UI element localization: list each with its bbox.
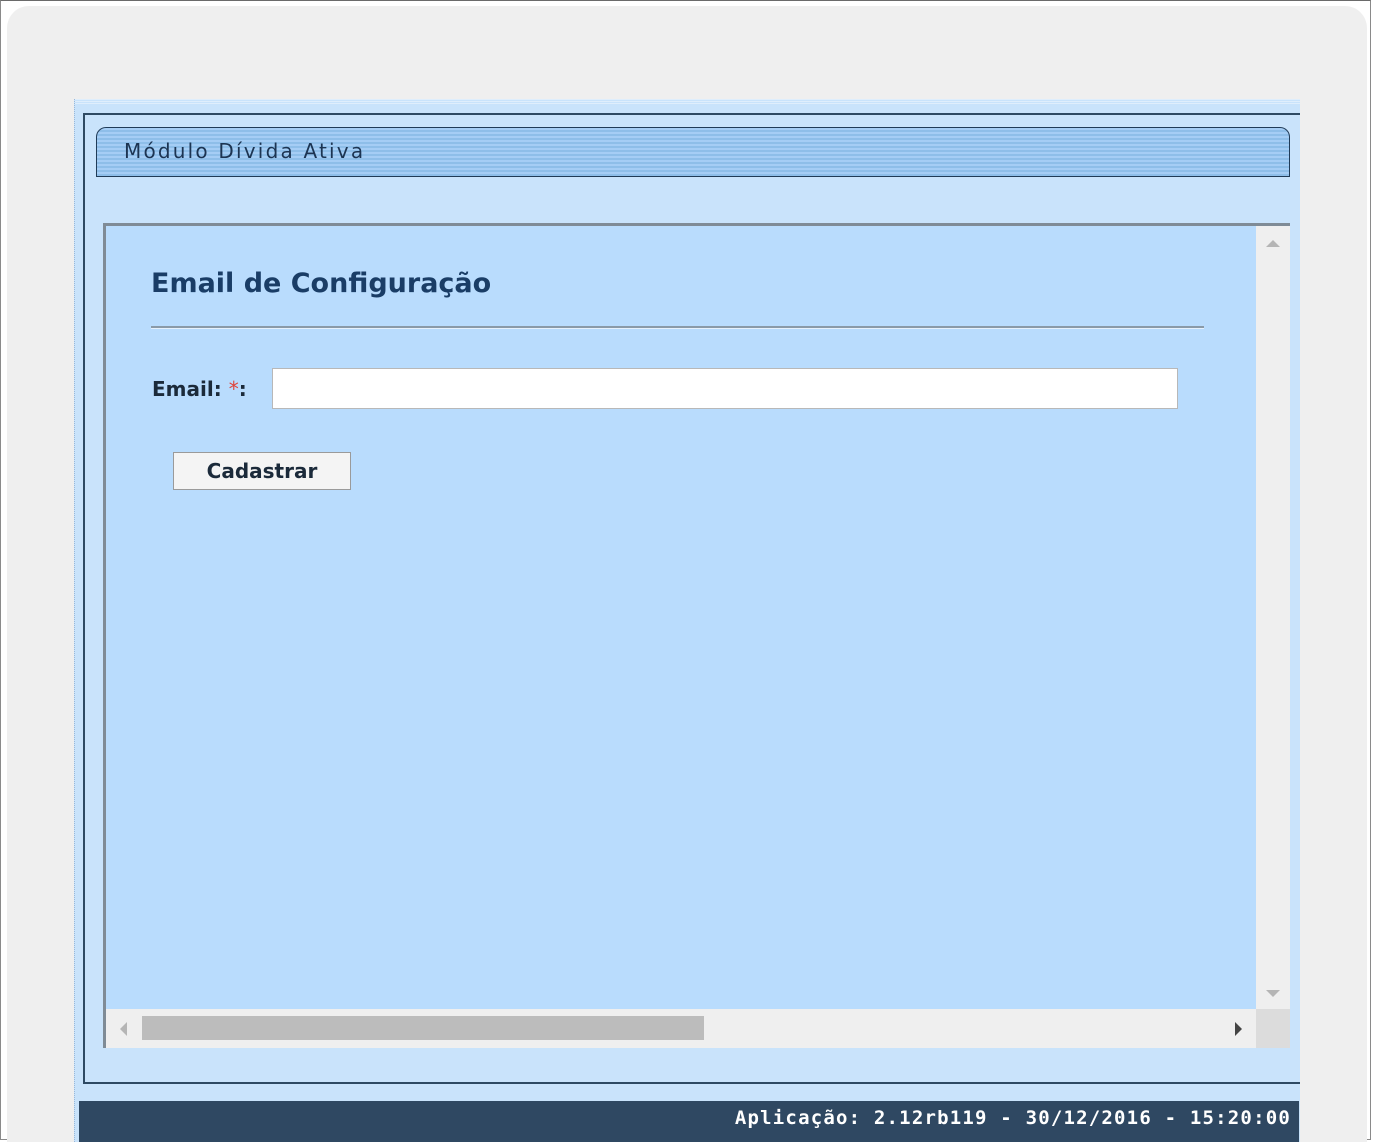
scroll-right-arrow-icon[interactable] (1235, 1022, 1242, 1036)
email-label-text: Email: (152, 377, 222, 401)
horizontal-scroll-thumb[interactable] (142, 1016, 704, 1040)
email-label: Email: *: (152, 377, 247, 401)
cadastrar-button[interactable]: Cadastrar (173, 452, 351, 490)
app-window: Módulo Dívida Ativa Email de Configuraçã… (74, 99, 1300, 1142)
scrollbar-corner (1256, 1009, 1290, 1048)
module-title: Módulo Dívida Ativa (124, 139, 366, 163)
left-border-line (83, 115, 85, 1084)
top-stripes (75, 99, 1300, 105)
email-input[interactable] (272, 368, 1178, 409)
status-footer: Aplicação: 2.12rb119 - 30/12/2016 - 15:2… (79, 1101, 1299, 1142)
module-header-bar: Módulo Dívida Ativa (96, 127, 1290, 177)
top-border-line (83, 113, 1300, 115)
scroll-down-arrow-icon[interactable] (1266, 990, 1280, 997)
vertical-scrollbar[interactable] (1256, 226, 1290, 1009)
bottom-border-line (83, 1082, 1300, 1084)
scroll-up-arrow-icon[interactable] (1266, 240, 1280, 247)
label-colon: : (238, 377, 247, 401)
scroll-left-arrow-icon[interactable] (120, 1022, 127, 1036)
page-title: Email de Configuração (151, 268, 492, 299)
horizontal-scrollbar[interactable] (106, 1009, 1256, 1048)
app-version-info: Aplicação: 2.12rb119 - 30/12/2016 - 15:2… (734, 1107, 1291, 1129)
required-asterisk: * (228, 377, 239, 401)
title-divider (151, 326, 1204, 329)
content-frame: Email de Configuração Email: *: Cadastra… (103, 223, 1290, 1048)
